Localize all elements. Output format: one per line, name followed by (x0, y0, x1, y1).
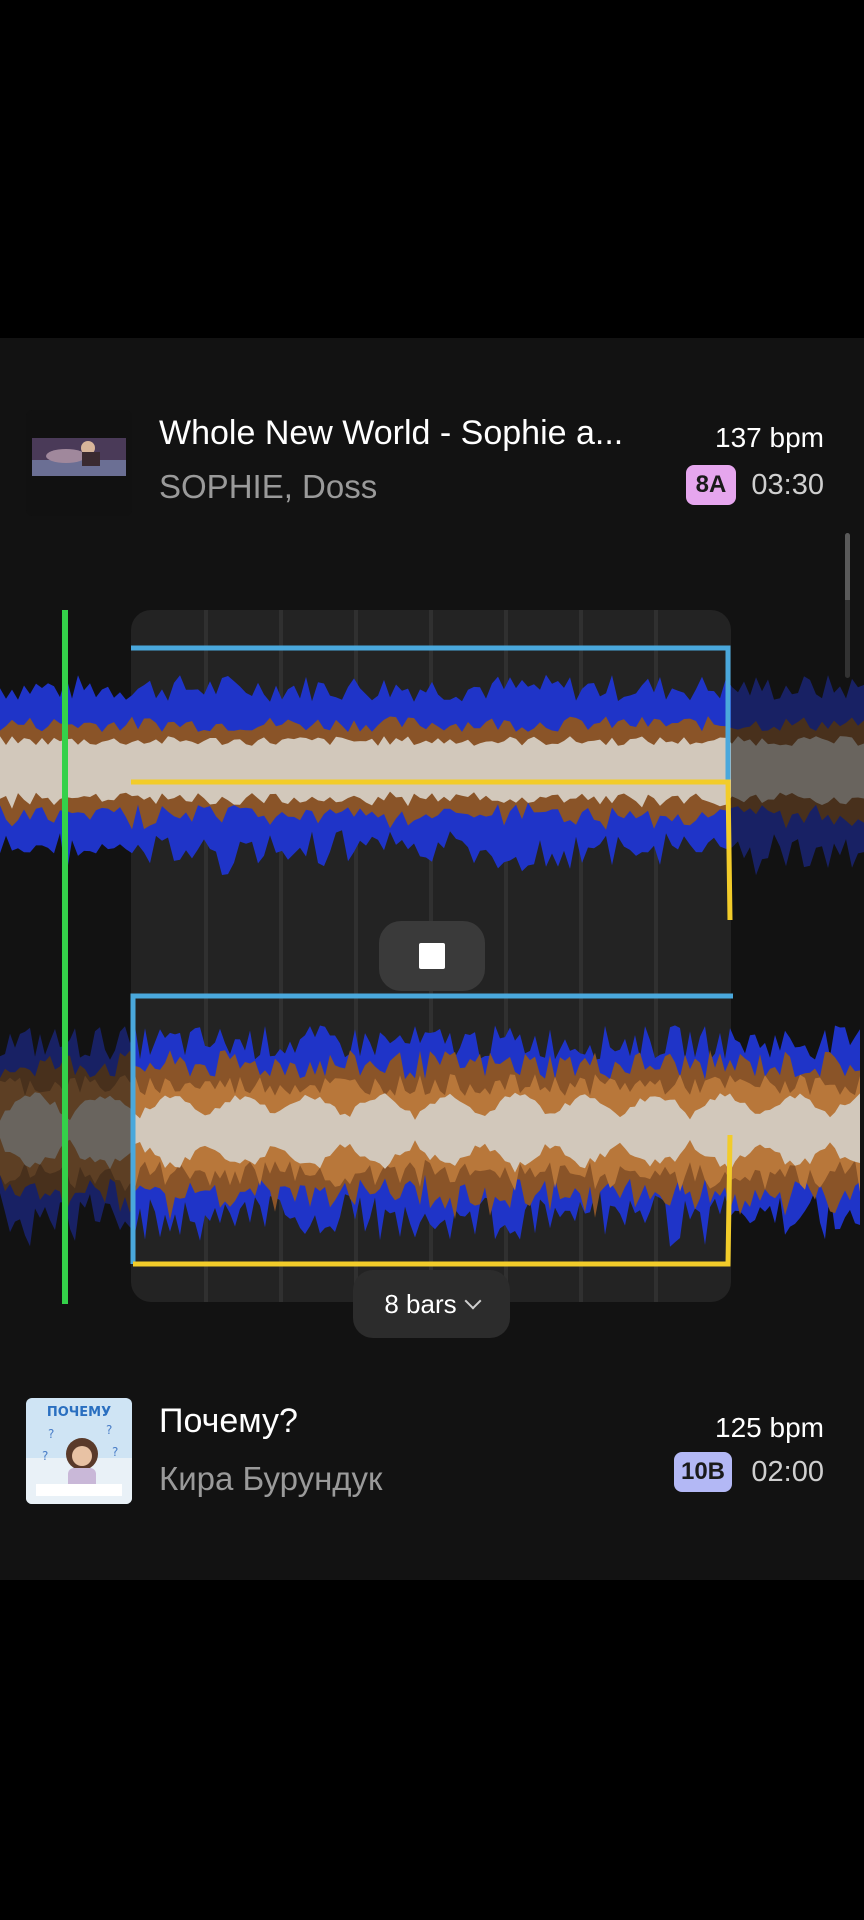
svg-text:?: ? (48, 1427, 54, 1441)
track-duration: 02:00 (751, 1456, 824, 1488)
album-art-pochemu: ПОЧЕМУ ? ? ? ? (26, 1398, 132, 1504)
stop-button[interactable] (379, 921, 485, 991)
loop-length-label: 8 bars (384, 1288, 457, 1319)
track-artist: Кира Бурундук (159, 1460, 383, 1497)
svg-text:?: ? (42, 1449, 48, 1463)
track-row-2[interactable]: ПОЧЕМУ ? ? ? ? Почему? Кира Бурундук 125… (0, 1398, 864, 1508)
playhead[interactable] (62, 610, 68, 1304)
svg-text:?: ? (112, 1445, 118, 1459)
album-art-text: ПОЧЕМУ (47, 1405, 111, 1420)
track-bpm: 125 bpm (715, 1412, 824, 1443)
waveform-1-dim-overlay (731, 600, 864, 900)
svg-text:?: ? (106, 1423, 112, 1437)
chevron-down-icon (464, 1292, 482, 1310)
stop-icon (419, 943, 445, 969)
loop-length-selector[interactable]: 8 bars (353, 1270, 510, 1338)
track-title: Почему? (159, 1402, 298, 1440)
key-badge: 10B (674, 1452, 732, 1492)
